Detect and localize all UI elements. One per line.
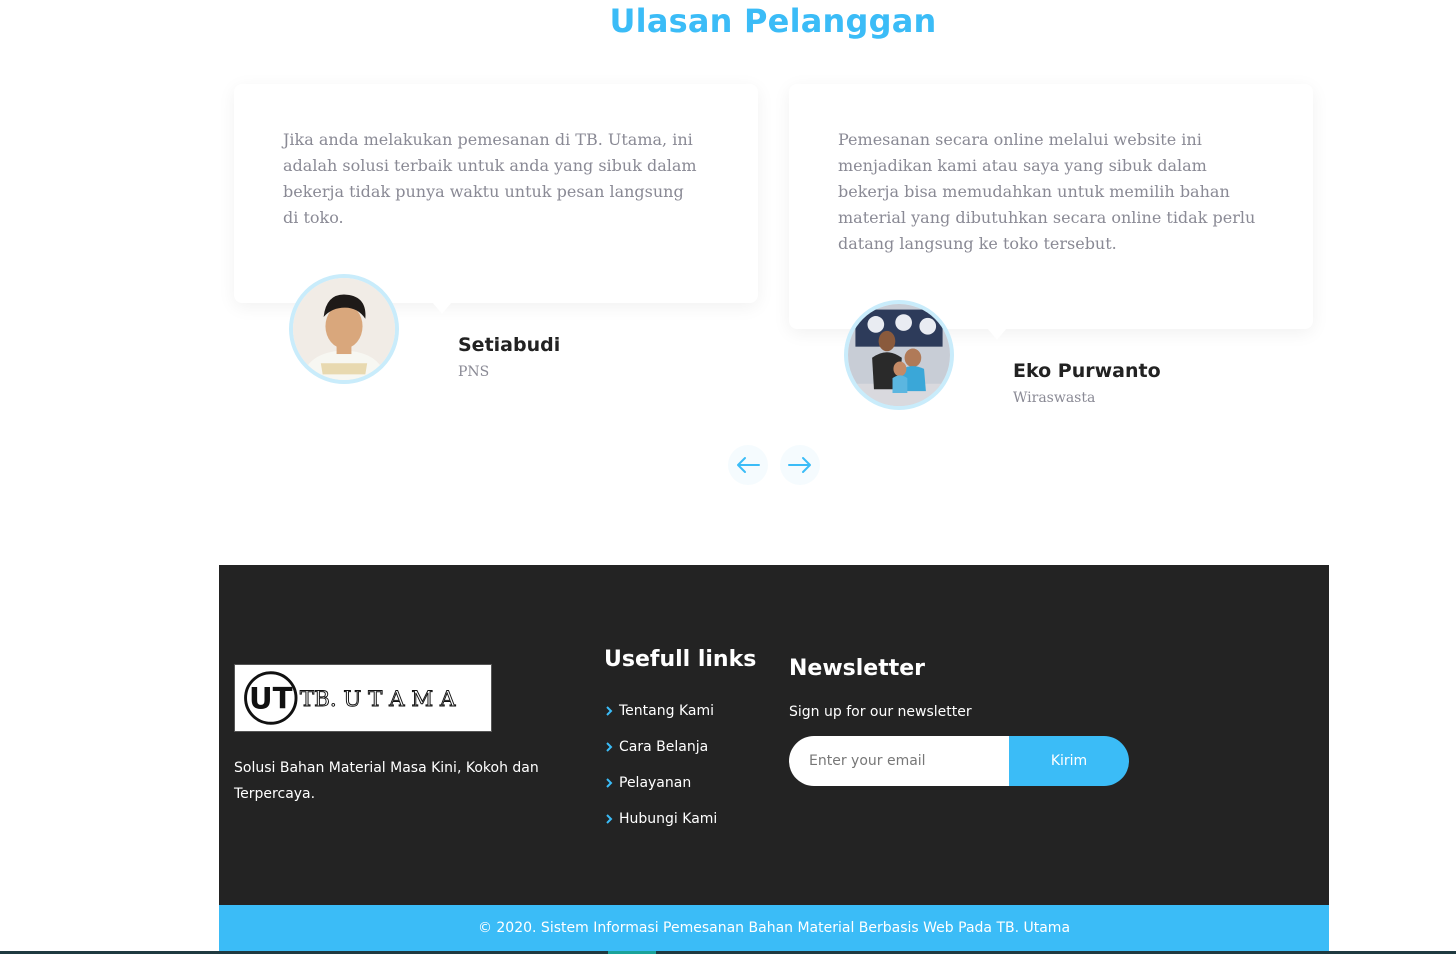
footer-link-tentang-kami[interactable]: Tentang Kami (604, 693, 717, 729)
newsletter-email-input[interactable] (789, 736, 1011, 786)
footer-link-label: Tentang Kami (619, 703, 714, 719)
footer-link-hubungi-kami[interactable]: Hubungi Kami (604, 801, 717, 837)
avatar (289, 274, 399, 384)
card-notch (987, 328, 1007, 340)
footer-link-cara-belanja[interactable]: Cara Belanja (604, 729, 717, 765)
reviewer-job: PNS (458, 364, 490, 380)
footer-logo[interactable]: UT TB. U T A M A (234, 664, 492, 732)
testimonial-card-2: Pemesanan secara online melalui website … (789, 84, 1313, 329)
links-title: Usefull links (604, 647, 757, 672)
copyright-text: © 2020. Sistem Informasi Pemesanan Bahan… (477, 920, 1071, 936)
footer-description: Solusi Bahan Material Masa Kini, Kokoh d… (234, 760, 539, 802)
testimonial-text: Pemesanan secara online melalui website … (838, 130, 1256, 253)
footer-link-label: Hubungi Kami (619, 811, 718, 827)
logo-mark: UT (249, 682, 293, 716)
useful-links-list: Tentang Kami Cara Belanja Pelayanan Hubu… (604, 693, 717, 837)
carousel-next-button[interactable] (780, 445, 820, 485)
reviewer-name: Setiabudi (458, 334, 561, 356)
footer-link-label: Cara Belanja (619, 739, 709, 755)
chevron-right-icon (606, 778, 613, 788)
footer: UT TB. U T A M A Solusi Bahan Material M… (219, 565, 1329, 905)
newsletter-submit-button[interactable]: Kirim (1009, 736, 1129, 786)
logo-text: TB. U T A M A (300, 687, 456, 712)
testimonial-text: Jika anda melakukan pemesanan di TB. Uta… (283, 130, 697, 227)
card-notch (432, 302, 452, 314)
section-title: Ulasan Pelanggan (609, 2, 937, 40)
footer-link-pelayanan[interactable]: Pelayanan (604, 765, 717, 801)
arrow-left-icon (737, 457, 760, 473)
testimonial-card-1: Jika anda melakukan pemesanan di TB. Uta… (234, 84, 758, 303)
chevron-right-icon (606, 814, 613, 824)
avatar (844, 300, 954, 410)
copyright-bar: © 2020. Sistem Informasi Pemesanan Bahan… (219, 905, 1329, 951)
carousel-prev-button[interactable] (728, 445, 768, 485)
footer-link-label: Pelayanan (619, 775, 692, 791)
newsletter-title: Newsletter (789, 656, 926, 681)
reviewer-job: Wiraswasta (1013, 390, 1096, 406)
chevron-right-icon (606, 706, 613, 716)
chevron-right-icon (606, 742, 613, 752)
reviewer-name: Eko Purwanto (1013, 360, 1161, 382)
newsletter-subtitle: Sign up for our newsletter (789, 704, 972, 720)
arrow-right-icon (788, 457, 811, 473)
